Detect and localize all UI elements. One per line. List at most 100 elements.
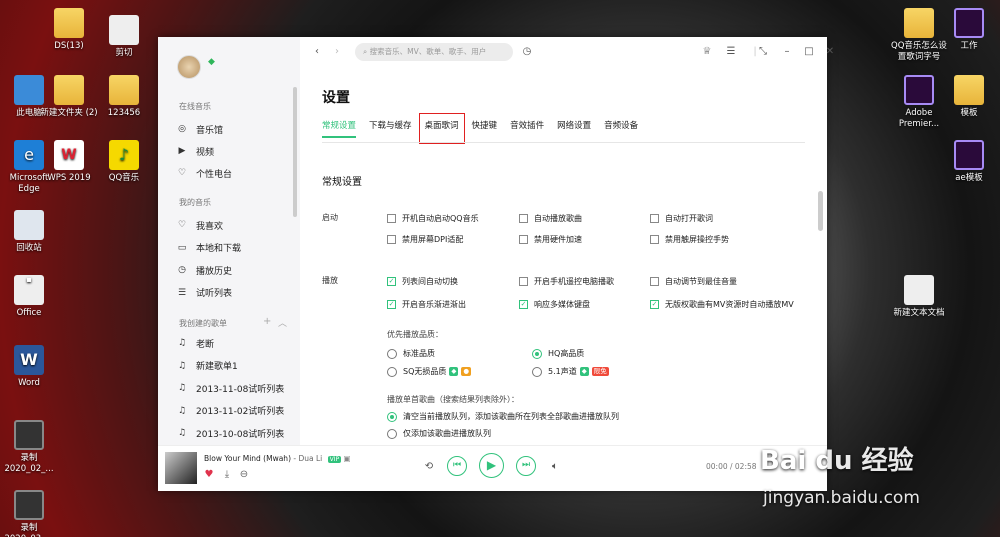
desk-left-1[interactable]: 剪切 bbox=[95, 15, 153, 59]
checkbox-option[interactable]: ✓ 列表间自动切换 bbox=[387, 276, 458, 287]
content-scrollbar[interactable] bbox=[818, 191, 823, 231]
checkbox[interactable] bbox=[519, 277, 528, 286]
sidebar-item[interactable]: ▶ 视频 bbox=[176, 143, 296, 159]
checkbox-option[interactable]: 开机自动启动QQ音乐 bbox=[387, 213, 479, 224]
checkbox-option[interactable]: ✓ 开启音乐渐进渐出 bbox=[387, 299, 466, 310]
previous-button[interactable]: ⏮ bbox=[447, 456, 467, 476]
album-cover[interactable] bbox=[165, 452, 197, 484]
tab-1[interactable]: 下载与缓存 bbox=[369, 119, 412, 138]
checkbox[interactable] bbox=[650, 277, 659, 286]
tab-6[interactable]: 音频设备 bbox=[604, 119, 638, 138]
tab-4[interactable]: 音效插件 bbox=[510, 119, 544, 138]
mv-icon[interactable]: ▣ bbox=[344, 454, 351, 463]
checkbox[interactable] bbox=[650, 235, 659, 244]
sidebar-item[interactable]: ▭ 本地和下载 bbox=[176, 240, 296, 256]
radio-button[interactable] bbox=[387, 366, 397, 377]
checkbox-option[interactable]: ✓ 响应多媒体键盘 bbox=[519, 299, 590, 310]
collapse-icon[interactable]: ︿ bbox=[278, 316, 287, 329]
menu-icon[interactable]: ☰ bbox=[724, 45, 738, 59]
loop-mode-icon[interactable]: ⟲ bbox=[422, 460, 436, 474]
avatar[interactable] bbox=[177, 55, 201, 79]
radio-button[interactable] bbox=[387, 348, 397, 359]
desk-right-3[interactable]: 模板 bbox=[940, 75, 998, 119]
minimize-icon[interactable]: – bbox=[780, 45, 794, 59]
checkbox[interactable]: ✓ bbox=[519, 300, 528, 309]
checkbox[interactable] bbox=[387, 214, 396, 223]
checkbox[interactable] bbox=[650, 214, 659, 223]
tab-5[interactable]: 网络设置 bbox=[557, 119, 591, 138]
volume-icon[interactable]: 🔈︎ bbox=[548, 460, 562, 474]
forward-icon[interactable]: › bbox=[330, 45, 344, 59]
checkbox-option[interactable]: ✓ 无版权歌曲有MV资源时自动播放MV bbox=[650, 299, 794, 310]
folder-icon bbox=[954, 75, 984, 105]
desk-left-12[interactable]: 录制 2020_03_... bbox=[0, 490, 58, 537]
checkbox[interactable]: ✓ bbox=[387, 300, 396, 309]
desk-left-4[interactable]: 123456 bbox=[95, 75, 153, 119]
sidebar-scrollbar[interactable] bbox=[293, 87, 297, 217]
play-button[interactable]: ▶ bbox=[479, 453, 504, 478]
sidebar-item[interactable]: ♫ 2013-11-02试听列表 bbox=[176, 403, 296, 419]
section-title: 常规设置 bbox=[322, 177, 362, 188]
desk-left-9[interactable]: ▪ Office bbox=[0, 275, 58, 319]
vip-diamond-icon[interactable]: ◆ bbox=[208, 57, 215, 67]
radio-button[interactable] bbox=[387, 428, 397, 439]
desk-left-7[interactable]: ♪ QQ音乐 bbox=[95, 140, 153, 184]
back-icon[interactable]: ‹ bbox=[310, 45, 324, 59]
desk-left-10[interactable]: W Word bbox=[0, 345, 58, 389]
radio-option[interactable]: 仅添加该歌曲进播放队列 bbox=[387, 428, 491, 439]
skin-icon[interactable]: ♕ bbox=[700, 45, 714, 59]
sidebar-item[interactable]: ♫ 2013-11-08试听列表 bbox=[176, 380, 296, 396]
mini-mode-icon[interactable]: ⤡ bbox=[756, 45, 770, 59]
checkbox-option[interactable]: 禁用屏幕DPI适配 bbox=[387, 234, 463, 245]
checkbox-option[interactable]: 自动调节到最佳音量 bbox=[650, 276, 737, 287]
radio-option[interactable]: 清空当前播放队列，添加该歌曲所在列表全部歌曲进播放队列 bbox=[387, 411, 619, 422]
sidebar-item[interactable]: ♫ 老断 bbox=[176, 335, 296, 351]
checkbox[interactable] bbox=[519, 235, 528, 244]
sidebar-item[interactable]: ♫ 新建歌单1 bbox=[176, 358, 296, 374]
add-playlist-icon[interactable]: + bbox=[263, 316, 271, 327]
sidebar-item[interactable]: ◎ 音乐馆 bbox=[176, 121, 296, 137]
listen-recognize-icon[interactable]: ◷ bbox=[520, 45, 534, 59]
radio-button[interactable] bbox=[532, 366, 542, 377]
checkbox[interactable]: ✓ bbox=[650, 300, 659, 309]
sidebar-item[interactable]: ◷ 播放历史 bbox=[176, 262, 296, 278]
maximize-icon[interactable]: □ bbox=[802, 45, 816, 59]
sidebar-item[interactable]: ☰ 试听列表 bbox=[176, 285, 296, 301]
checkbox-option[interactable]: 禁用触屏操控手势 bbox=[650, 234, 729, 245]
download-icon[interactable]: ⤓ bbox=[220, 468, 234, 482]
radio-option[interactable]: 5.1声道 ◆ 限免 bbox=[532, 366, 609, 377]
checkbox[interactable] bbox=[387, 235, 396, 244]
tab-0[interactable]: 常规设置 bbox=[322, 119, 357, 138]
desk-right-5[interactable]: 新建文本文档 bbox=[890, 275, 948, 319]
radio-option[interactable]: 标准品质 bbox=[387, 348, 435, 359]
artist-name[interactable]: - Dua Li bbox=[293, 454, 322, 463]
checkbox[interactable]: ✓ bbox=[387, 277, 396, 286]
checkbox-option[interactable]: 自动播放歌曲 bbox=[519, 213, 582, 224]
checkbox-option[interactable]: 自动打开歌词 bbox=[650, 213, 713, 224]
checkbox[interactable] bbox=[519, 214, 528, 223]
tab-2[interactable]: 桌面歌词 bbox=[418, 113, 465, 144]
like-heart-icon[interactable]: ♥ bbox=[202, 468, 216, 482]
desk-left-3[interactable]: 新建文件夹 (2) bbox=[40, 75, 98, 119]
more-icon[interactable]: ⊖ bbox=[237, 468, 251, 482]
desk-left-11[interactable]: 录制 2020_02_... bbox=[0, 420, 58, 475]
radio-button[interactable] bbox=[387, 411, 397, 422]
song-title[interactable]: Blow Your Mind (Mwah) bbox=[204, 454, 291, 463]
sidebar-item[interactable]: ♫ 2013-10-08试听列表 bbox=[176, 425, 296, 441]
close-icon[interactable]: ✕ bbox=[823, 45, 837, 59]
search-input[interactable]: ⌕ 搜索音乐、MV、歌单、歌手、用户 bbox=[355, 43, 513, 61]
desk-left-6[interactable]: W WPS 2019 bbox=[40, 140, 98, 184]
desk-right-1[interactable]: 工作 bbox=[940, 8, 998, 52]
sidebar-item[interactable]: ♡ 我喜欢 bbox=[176, 217, 296, 233]
next-button[interactable]: ⏭ bbox=[516, 456, 536, 476]
sidebar-item[interactable]: ♡ 个性电台 bbox=[176, 165, 296, 181]
checkbox-option[interactable]: 开启手机遥控电脑播歌 bbox=[519, 276, 614, 287]
desk-left-8[interactable]: 回收站 bbox=[0, 210, 58, 254]
radio-option[interactable]: HQ高品质 bbox=[532, 348, 584, 359]
desk-left-0[interactable]: DS(13) bbox=[40, 8, 98, 52]
desk-right-4[interactable]: ae模板 bbox=[940, 140, 998, 184]
checkbox-option[interactable]: 禁用硬件加速 bbox=[519, 234, 582, 245]
radio-option[interactable]: SQ无损品质 ◆ ● bbox=[387, 366, 472, 377]
radio-button[interactable] bbox=[532, 348, 542, 359]
tab-3[interactable]: 快捷键 bbox=[472, 119, 498, 138]
